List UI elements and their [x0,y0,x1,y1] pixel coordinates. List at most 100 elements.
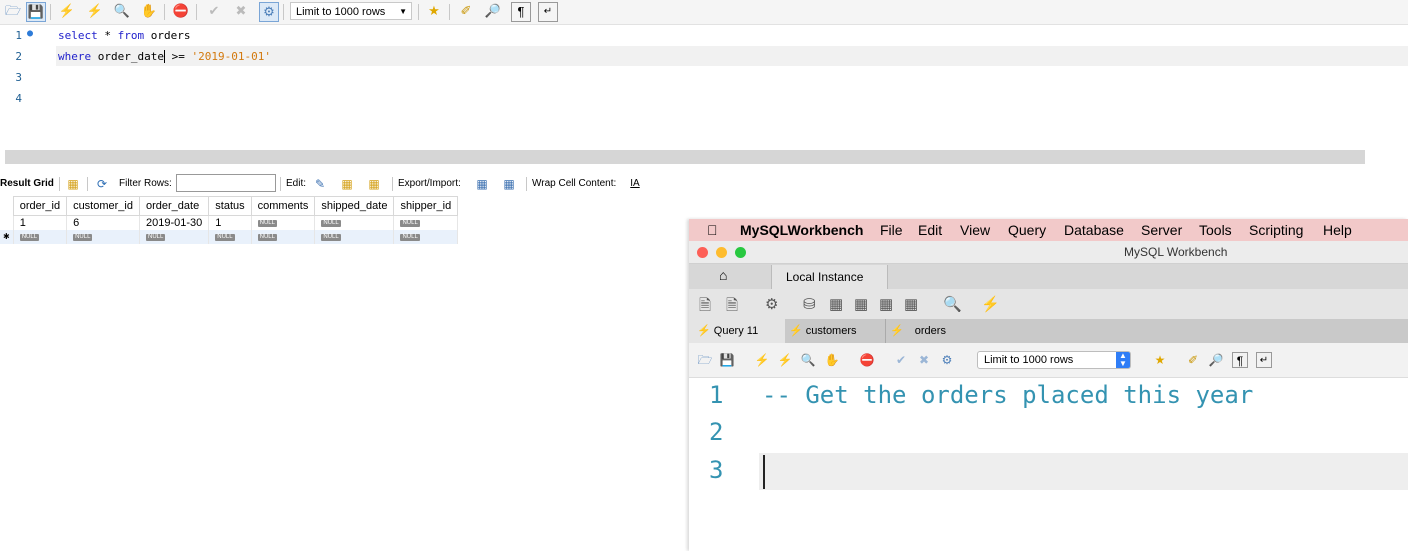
invisible-chars-icon[interactable]: ¶ [1232,352,1248,368]
find-icon[interactable]: 🔎 [1208,352,1224,368]
delete-row-icon[interactable]: ▦ [366,176,382,192]
import-icon[interactable]: ▦ [501,176,517,192]
sql-editor[interactable]: 1 ● select * from orders 2 where order_d… [0,25,1408,150]
grid-cell[interactable]: NULL [251,215,316,230]
autocommit-icon[interactable]: ⚙ [259,2,279,22]
open-folder-icon[interactable]: 🗁 [4,2,22,20]
add-snippet-star-icon[interactable]: ★ [425,2,443,20]
execute-icon[interactable]: ⚡ [58,2,76,20]
refresh-icon[interactable]: ⟳ [94,176,110,192]
edit-row-icon[interactable]: ✎ [312,176,328,192]
zoom-window-button[interactable] [735,247,746,258]
result-grid-label[interactable]: Result Grid [0,176,54,192]
grid-cell[interactable]: 2019-01-30 [139,215,210,230]
column-header[interactable]: status [208,196,252,216]
wrap-cell-icon[interactable]: IA [627,176,643,192]
panel-splitter[interactable] [5,150,1365,164]
toolbar-separator [280,177,281,191]
menu-query[interactable]: Query [1008,222,1046,238]
minimize-window-button[interactable] [716,247,727,258]
new-row[interactable]: ✱ NULL NULL NULL NULL NULL NULL NULL [0,230,459,244]
new-sql-tab-icon[interactable]: 🗎 [699,295,711,320]
tab-customers[interactable]: ⚡ customers [789,319,857,343]
grid-cell[interactable]: 1 [13,215,68,230]
apple-logo-icon[interactable]:  [707,222,718,238]
current-line-highlight [759,453,1408,490]
save-icon[interactable]: 💾 [719,352,735,368]
column-header[interactable]: comments [250,196,316,216]
grid-cell[interactable]: NULL [208,230,252,244]
limit-rows-select[interactable]: Limit to 1000 rows ▲ ▼ [977,351,1131,369]
commit-icon[interactable]: ✔ [205,2,223,20]
stop-icon[interactable]: ✋ [140,2,158,20]
tab-query-11[interactable]: ⚡ Query 11 [689,319,785,343]
word-wrap-icon[interactable]: ↵ [1256,352,1272,368]
grid-cell[interactable]: NULL [314,215,395,230]
toggle-error-icon[interactable]: ⛔ [859,352,875,368]
column-header[interactable]: order_date [138,196,210,216]
mac-sql-editor[interactable]: 1 -- Get the orders placed this year 2 3 [689,377,1408,551]
menu-database[interactable]: Database [1064,222,1124,238]
word-wrap-icon[interactable]: ↵ [538,2,558,22]
column-header[interactable]: shipper_id [393,196,459,216]
grid-cell[interactable]: 6 [66,215,140,230]
add-snippet-star-icon[interactable]: ★ [1152,352,1168,368]
limit-rows-select[interactable]: Limit to 1000 rows ▼ [290,2,412,20]
autocommit-icon[interactable]: ⚙ [939,352,955,368]
beautify-brush-icon[interactable]: ✐ [457,2,475,20]
table-row[interactable]: 1 6 2019-01-30 1 NULL NULL NULL [0,215,459,230]
menu-scripting[interactable]: Scripting [1249,222,1303,238]
execute-icon[interactable]: ⚡ [754,352,770,368]
grid-cell[interactable]: 1 [208,215,252,230]
tab-orders[interactable]: ⚡ orders [885,319,946,343]
find-icon[interactable]: 🔎 [484,2,502,20]
filter-rows-input[interactable] [176,174,276,192]
close-window-button[interactable] [697,247,708,258]
menu-file[interactable]: File [880,222,903,238]
row-header[interactable] [0,215,14,230]
export-icon[interactable]: ▦ [474,176,490,192]
rollback-icon[interactable]: ✖ [232,2,250,20]
grid-cell[interactable]: NULL [393,230,459,244]
menu-help[interactable]: Help [1323,222,1352,238]
column-header[interactable]: customer_id [66,196,140,216]
save-icon[interactable]: 💾 [26,2,46,22]
inspector-icon[interactable]: ⚙ [765,295,778,313]
grid-cell[interactable]: NULL [13,230,68,244]
execute-current-icon[interactable]: ⚡ [86,2,104,20]
tab-local-instance[interactable]: Local Instance [771,265,888,289]
create-table-icon[interactable]: ▦ [829,295,843,313]
beautify-brush-icon[interactable]: ✐ [1185,352,1201,368]
menu-server[interactable]: Server [1141,222,1182,238]
create-schema-icon[interactable]: ⛁ [803,295,816,313]
stop-icon[interactable]: ✋ [824,352,840,368]
grid-cell[interactable]: NULL [393,215,459,230]
grid-cell[interactable]: NULL [66,230,140,244]
menu-view[interactable]: View [960,222,990,238]
explain-icon[interactable]: 🔍 [800,352,816,368]
create-function-icon[interactable]: ▦ [904,295,918,313]
explain-icon[interactable]: 🔍 [113,2,131,20]
create-procedure-icon[interactable]: ▦ [879,295,893,313]
toggle-error-icon[interactable]: ⛔ [172,2,190,20]
grid-cell[interactable]: NULL [251,230,316,244]
open-folder-icon[interactable]: 🗁 [697,352,713,368]
grid-cell[interactable]: NULL [139,230,210,244]
commit-icon[interactable]: ✔ [893,352,909,368]
menu-edit[interactable]: Edit [918,222,942,238]
menu-tools[interactable]: Tools [1199,222,1232,238]
grid-cell[interactable]: NULL [314,230,395,244]
reconnect-icon[interactable]: ⚡ [981,295,1000,313]
search-table-data-icon[interactable]: 🔍 [943,295,962,313]
column-header[interactable]: order_id [12,196,68,216]
create-view-icon[interactable]: ▦ [854,295,868,313]
open-sql-file-icon[interactable]: 🗎 [726,295,738,320]
execute-current-icon[interactable]: ⚡ [777,352,793,368]
add-row-icon[interactable]: ▦ [339,176,355,192]
app-menu[interactable]: MySQLWorkbench [740,222,863,238]
invisible-chars-icon[interactable]: ¶ [511,2,531,22]
grid-view-icon[interactable]: ▦ [65,176,81,192]
column-header[interactable]: shipped_date [314,196,395,216]
rollback-icon[interactable]: ✖ [916,352,932,368]
home-icon[interactable]: ⌂ [719,267,727,283]
